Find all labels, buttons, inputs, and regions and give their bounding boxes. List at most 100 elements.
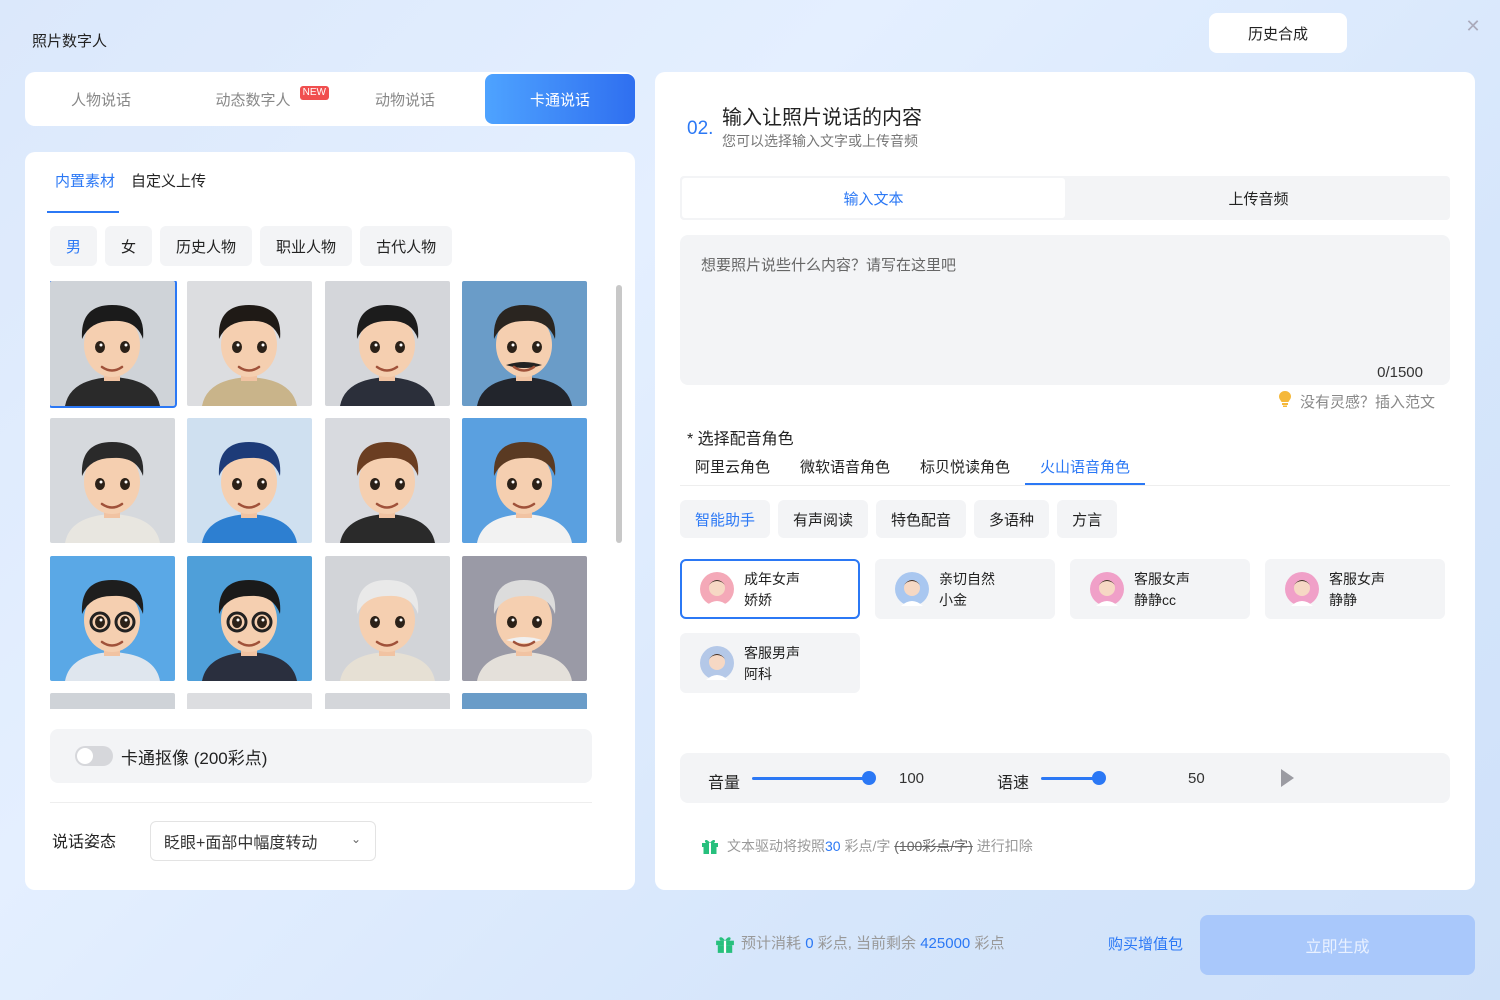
char-count: 0/1500 bbox=[1377, 364, 1423, 381]
tab-label: 动态数字人 bbox=[215, 91, 291, 109]
content-panel: 02. 输入让照片说话的内容 您可以选择输入文字或上传音频 输入文本 上传音频 … bbox=[655, 72, 1475, 890]
avatar-grid bbox=[50, 281, 590, 709]
avatar-card[interactable] bbox=[462, 693, 587, 709]
tab-volcano-voice[interactable]: 火山语音角色 bbox=[1025, 446, 1146, 485]
avatar-card[interactable] bbox=[187, 556, 312, 681]
volume-slider-knob[interactable] bbox=[862, 771, 876, 785]
voice-name: 小金 bbox=[939, 591, 967, 608]
input-mode-tabs: 输入文本 上传音频 bbox=[680, 176, 1450, 220]
tab-upload-audio[interactable]: 上传音频 bbox=[1067, 176, 1450, 220]
avatar-card[interactable] bbox=[50, 693, 175, 709]
pose-select[interactable]: 眨眼+面部中幅度转动 ⌄ bbox=[150, 821, 376, 861]
voice-card[interactable]: 客服女声 静静 bbox=[1265, 559, 1445, 619]
avatar-portrait bbox=[325, 693, 450, 709]
category-ancient[interactable]: 古代人物 bbox=[360, 226, 453, 266]
new-badge: NEW bbox=[299, 86, 329, 100]
voice-avatar bbox=[700, 572, 734, 606]
voice-category-multilingual[interactable]: 多语种 bbox=[974, 500, 1050, 538]
category-historical[interactable]: 历史人物 bbox=[160, 226, 253, 266]
avatar-card[interactable] bbox=[462, 556, 587, 681]
voice-name: 静静 bbox=[1329, 591, 1357, 608]
tab-cartoon-talk[interactable]: 卡通说话 bbox=[485, 74, 635, 124]
avatar-portrait bbox=[462, 556, 587, 681]
audio-controls: 音量 100 语速 50 bbox=[680, 753, 1450, 803]
voice-type: 客服女声 bbox=[1134, 570, 1190, 587]
voice-category-featured[interactable]: 特色配音 bbox=[876, 500, 967, 538]
avatar-card[interactable] bbox=[50, 418, 175, 543]
avatar-portrait bbox=[462, 693, 587, 709]
volume-value: 100 bbox=[899, 770, 925, 787]
avatar-card[interactable] bbox=[187, 281, 312, 406]
tab-label: 人物说话 bbox=[70, 91, 131, 109]
scrollbar[interactable] bbox=[616, 285, 622, 543]
avatar-portrait bbox=[187, 418, 312, 543]
avatar-card[interactable] bbox=[325, 556, 450, 681]
tab-microsoft-voice[interactable]: 微软语音角色 bbox=[785, 446, 905, 485]
buy-package-link[interactable]: 购买增值包 bbox=[1108, 933, 1183, 954]
step-number: 02. bbox=[687, 118, 714, 139]
category-male[interactable]: 男 bbox=[50, 226, 98, 266]
material-panel: 内置素材 自定义上传 男 女 历史人物 职业人物 古代人物 卡通抠像 (200彩… bbox=[25, 152, 635, 890]
avatar-card[interactable] bbox=[462, 281, 587, 406]
speech-text-input[interactable] bbox=[680, 235, 1450, 385]
avatar-card[interactable] bbox=[325, 281, 450, 406]
avatar-card[interactable] bbox=[187, 693, 312, 709]
avatar-card[interactable] bbox=[50, 556, 175, 681]
gift-icon bbox=[715, 934, 734, 953]
tab-biaobei-voice[interactable]: 标贝悦读角色 bbox=[905, 446, 1025, 485]
voice-card[interactable]: 成年女声 娇娇 bbox=[680, 559, 860, 619]
avatar-portrait bbox=[50, 556, 175, 681]
avatar-portrait bbox=[462, 418, 587, 543]
source-tabs: 内置素材 自定义上传 bbox=[47, 170, 210, 213]
avatar-portrait bbox=[50, 693, 175, 709]
speed-slider-track[interactable] bbox=[1041, 777, 1099, 780]
avatar-card[interactable] bbox=[462, 418, 587, 543]
category-professional[interactable]: 职业人物 bbox=[260, 226, 353, 266]
voice-categories: 智能助手 有声阅读 特色配音 多语种 方言 bbox=[680, 500, 1118, 538]
volume-slider-track[interactable] bbox=[752, 777, 869, 780]
avatar-portrait bbox=[187, 693, 312, 709]
category-female[interactable]: 女 bbox=[105, 226, 153, 266]
tab-builtin-material[interactable]: 内置素材 bbox=[47, 170, 120, 213]
history-button[interactable]: 历史合成 bbox=[1209, 13, 1347, 53]
voice-category-assistant[interactable]: 智能助手 bbox=[680, 500, 771, 538]
voice-category-audiobook[interactable]: 有声阅读 bbox=[778, 500, 869, 538]
divider bbox=[50, 802, 592, 803]
avatar-card[interactable] bbox=[50, 281, 177, 408]
volume-label: 音量 bbox=[708, 775, 741, 792]
tab-dynamic-avatar[interactable]: 动态数字人 NEW bbox=[177, 74, 329, 124]
tab-person-talk[interactable]: 人物说话 bbox=[25, 74, 177, 124]
cost-note: 文本驱动将按照30 彩点/字 (100彩点/字) 进行扣除 bbox=[701, 836, 1033, 856]
cutout-label: 卡通抠像 (200彩点) bbox=[121, 748, 268, 768]
avatar-portrait bbox=[187, 556, 312, 681]
text-input-box: 0/1500 bbox=[680, 235, 1450, 385]
avatar-card[interactable] bbox=[187, 418, 312, 543]
tab-input-text[interactable]: 输入文本 bbox=[682, 178, 1065, 218]
insert-sample-link[interactable]: 没有灵感？插入范文 bbox=[1278, 390, 1435, 413]
generate-button[interactable]: 立即生成 bbox=[1200, 915, 1475, 975]
tab-animal-talk[interactable]: 动物说话 bbox=[329, 74, 481, 124]
close-icon[interactable]: ✕ bbox=[1465, 17, 1481, 35]
play-icon[interactable] bbox=[1281, 769, 1294, 787]
step-subtitle: 您可以选择输入文字或上传音频 bbox=[722, 133, 918, 149]
voice-type: 亲切自然 bbox=[939, 570, 995, 587]
cost-old-rate: (100彩点/字) bbox=[894, 838, 973, 854]
voice-type: 客服男声 bbox=[744, 644, 800, 661]
step-title: 输入让照片说话的内容 bbox=[722, 107, 922, 129]
avatar-card[interactable] bbox=[325, 418, 450, 543]
avatar-portrait bbox=[325, 556, 450, 681]
cutout-toggle[interactable] bbox=[75, 746, 113, 766]
voice-card[interactable]: 客服男声 阿科 bbox=[680, 633, 860, 693]
cost-rate: 30 bbox=[825, 838, 841, 854]
pose-value: 眨眼+面部中幅度转动 bbox=[164, 835, 318, 852]
tab-custom-upload[interactable]: 自定义上传 bbox=[123, 170, 210, 213]
tab-aliyun-voice[interactable]: 阿里云角色 bbox=[680, 446, 785, 485]
speed-slider-knob[interactable] bbox=[1092, 771, 1106, 785]
cost-prefix: 文本驱动将按照 bbox=[727, 838, 825, 854]
voice-category-dialect[interactable]: 方言 bbox=[1057, 500, 1118, 538]
cost-suffix: 进行扣除 bbox=[976, 838, 1033, 854]
voice-card[interactable]: 亲切自然 小金 bbox=[875, 559, 1055, 619]
voice-avatar bbox=[895, 572, 929, 606]
avatar-card[interactable] bbox=[325, 693, 450, 709]
voice-card[interactable]: 客服女声 静静cc bbox=[1070, 559, 1250, 619]
